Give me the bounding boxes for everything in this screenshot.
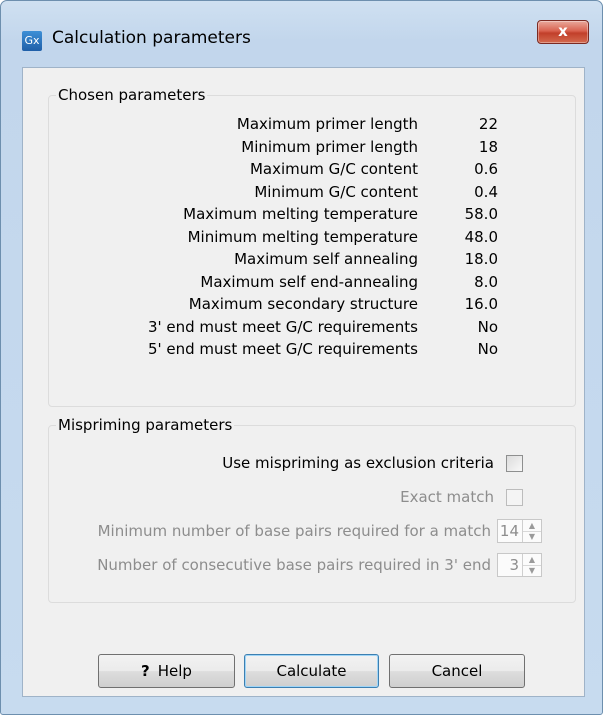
parameter-value: 0.6 (474, 160, 498, 178)
use-mispriming-checkbox[interactable] (506, 455, 523, 472)
parameter-value: 8.0 (474, 273, 498, 291)
calculate-button-label: Calculate (276, 662, 347, 680)
help-button[interactable]: ? Help (98, 654, 235, 688)
parameter-label: Maximum melting temperature (183, 205, 418, 223)
parameter-label: Maximum self end-annealing (200, 273, 418, 291)
parameter-label: Minimum G/C content (254, 183, 418, 201)
calculate-button[interactable]: Calculate (244, 654, 379, 688)
parameter-value: 22 (478, 115, 498, 133)
min-base-pairs-value: 14 (499, 522, 519, 540)
parameter-value: No (477, 318, 498, 336)
parameter-label: Minimum melting temperature (187, 228, 418, 246)
help-button-label: Help (157, 662, 192, 680)
min-base-pairs-stepper[interactable]: ▲ ▼ (522, 520, 541, 542)
parameter-value: 58.0 (464, 205, 498, 223)
parameter-label: 5' end must meet G/C requirements (147, 340, 418, 358)
exact-match-label: Exact match (400, 488, 494, 506)
parameter-value: 18 (478, 138, 498, 156)
parameter-value: 16.0 (464, 295, 498, 313)
exact-match-checkbox[interactable] (506, 489, 523, 506)
parameter-label: Maximum secondary structure (188, 295, 418, 313)
chosen-parameters-label: Chosen parameters (56, 86, 208, 104)
use-mispriming-label: Use mispriming as exclusion criteria (222, 454, 494, 472)
consecutive-base-pairs-value: 3 (509, 556, 519, 574)
close-button[interactable]: x (537, 20, 589, 44)
spinner-down-icon[interactable]: ▼ (523, 531, 541, 542)
parameter-value: 18.0 (464, 250, 498, 268)
parameter-value: 0.4 (474, 183, 498, 201)
parameter-label: 3' end must meet G/C requirements (147, 318, 418, 336)
cancel-button-label: Cancel (431, 662, 483, 680)
consecutive-base-pairs-stepper[interactable]: ▲ ▼ (522, 554, 541, 576)
close-icon: x (558, 22, 568, 40)
min-base-pairs-spinner[interactable]: 14 ▲ ▼ (497, 519, 542, 543)
parameter-value: 48.0 (464, 228, 498, 246)
parameter-label: Minimum primer length (241, 138, 418, 156)
mispriming-parameters-label: Mispriming parameters (56, 416, 235, 434)
spinner-down-icon[interactable]: ▼ (523, 565, 541, 576)
consecutive-base-pairs-label: Number of consecutive base pairs require… (97, 556, 491, 574)
parameter-label: Maximum primer length (236, 115, 418, 133)
help-icon: ? (141, 662, 150, 680)
dialog-title: Calculation parameters (52, 28, 251, 48)
parameter-value: No (477, 340, 498, 358)
cancel-button[interactable]: Cancel (389, 654, 525, 688)
parameter-label: Maximum G/C content (249, 160, 418, 178)
min-base-pairs-label: Minimum number of base pairs required fo… (97, 522, 491, 540)
parameter-label: Maximum self annealing (234, 250, 418, 268)
consecutive-base-pairs-spinner[interactable]: 3 ▲ ▼ (497, 553, 542, 577)
app-icon: Gx (22, 31, 42, 51)
